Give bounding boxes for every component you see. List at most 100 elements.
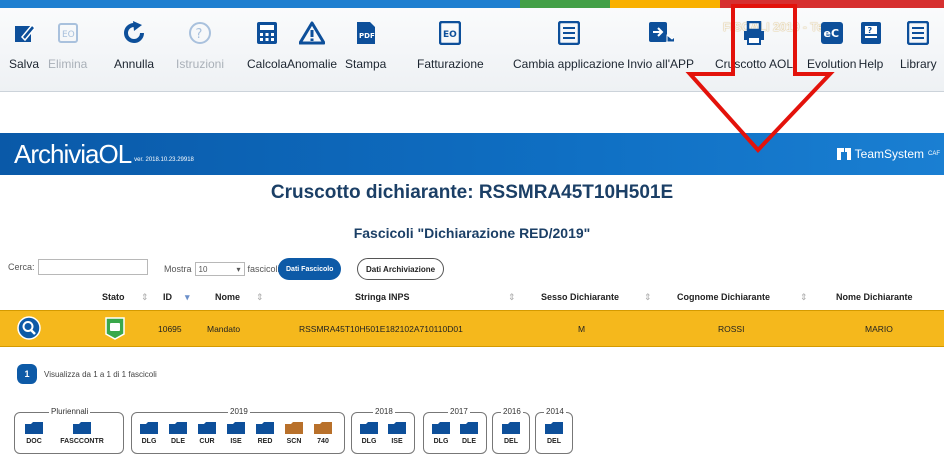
- folder-icon: [545, 421, 563, 434]
- cruscotto-aol-label: Cruscotto AOL: [715, 57, 794, 71]
- evolution-label: Evolution: [807, 57, 857, 71]
- print-button[interactable]: PDF Stampa: [345, 20, 386, 80]
- calculator-icon: [254, 20, 280, 46]
- instructions-label: Istruzioni: [176, 57, 225, 71]
- calculate-button[interactable]: Calcola: [247, 20, 287, 80]
- search-icon: [17, 316, 41, 340]
- evolution-button[interactable]: eC Evolution: [807, 20, 856, 80]
- pagination-info: Visualizza da 1 a 1 di 1 fascicoli: [44, 370, 157, 379]
- group-2017: 2017 DLG DLE: [423, 407, 487, 454]
- folder-dlg-button[interactable]: DLG: [134, 421, 164, 445]
- svg-text:PDF: PDF: [359, 32, 375, 40]
- folder-dlg-button[interactable]: DLG: [426, 421, 456, 445]
- folder-icon: [140, 421, 158, 434]
- folder-del-button[interactable]: DEL: [496, 421, 526, 445]
- search-label: Cerca:: [8, 262, 35, 272]
- instructions-button[interactable]: ? Istruzioni: [176, 20, 224, 80]
- delete-button[interactable]: EO Elimina: [48, 20, 87, 80]
- page-button[interactable]: 1: [17, 364, 37, 384]
- delete-label: Elimina: [48, 57, 88, 71]
- library-label: Library: [900, 57, 937, 71]
- warning-icon: [299, 20, 326, 46]
- folder-scn-button[interactable]: SCN: [279, 421, 309, 445]
- col-nome[interactable]: Nome: [215, 292, 240, 302]
- save-label: Salva: [9, 57, 40, 71]
- cell-stringa-inps: RSSMRA45T10H501E182102A710110D01: [299, 324, 463, 334]
- undo-icon: [121, 20, 147, 46]
- col-id[interactable]: ID: [163, 292, 172, 302]
- group-title: 2019: [228, 407, 250, 416]
- page-title: Cruscotto dichiarante: RSSMRA45T10H501E: [270, 182, 674, 203]
- search-input[interactable]: [37, 259, 148, 275]
- open-fascicolo-button[interactable]: [17, 316, 41, 342]
- help-button[interactable]: ? Help: [858, 20, 884, 80]
- svg-text:EO: EO: [443, 30, 457, 40]
- folder-icon: [198, 421, 216, 434]
- invoicing-button[interactable]: EO Fatturazione: [417, 20, 484, 80]
- dati-fascicolo-button[interactable]: Dati Fascicolo: [278, 258, 342, 280]
- folder-icon: [388, 421, 406, 434]
- col-stato[interactable]: Stato: [102, 292, 125, 302]
- library-button[interactable]: Library: [900, 20, 937, 80]
- table-header: Stato ⇕ ID ▾ Nome ⇕ Stringa INPS ⇕ Sesso Dic…: [102, 292, 913, 302]
- undo-button[interactable]: Annulla: [114, 20, 154, 80]
- show-prefix: Mostra: [164, 264, 192, 274]
- print-label: Stampa: [345, 57, 387, 71]
- col-stringa-inps[interactable]: Stringa INPS: [355, 292, 410, 302]
- teamsystem-icon: [836, 148, 851, 160]
- send-app-icon: [648, 20, 674, 46]
- svg-text:?: ?: [196, 27, 203, 42]
- table-row[interactable]: 10695 Mandato RSSMRA45T10H501E182102A710…: [0, 310, 944, 347]
- folder-icon: [502, 421, 520, 434]
- col-nome-dichiarante[interactable]: Nome Dichiarante: [836, 292, 913, 302]
- save-button[interactable]: Salva: [9, 20, 39, 80]
- help-label: Help: [858, 57, 884, 71]
- group-2014: 2014 DEL: [535, 407, 573, 454]
- folder-icon: [460, 421, 478, 434]
- cell-cognome: ROSSI: [718, 324, 745, 334]
- folder-740-button[interactable]: 740: [308, 421, 338, 445]
- send-app-button[interactable]: Invio all'APP: [627, 20, 694, 80]
- top-color-bar: [0, 0, 944, 8]
- folder-dle-button[interactable]: DLE: [163, 421, 193, 445]
- delete-form-icon: EO: [55, 20, 81, 46]
- library-icon: [905, 20, 931, 46]
- folder-doc-button[interactable]: DOC: [19, 421, 49, 445]
- group-2018: 2018 DLG ISE: [351, 407, 415, 454]
- folder-ise-button[interactable]: ISE: [221, 421, 251, 445]
- group-2019: 2019 DLG DLE CUR ISE RED SCN 740: [131, 407, 345, 454]
- switch-app-label: Cambia applicazione: [513, 57, 625, 71]
- evolution-icon: eC: [819, 20, 845, 46]
- group-title: Pluriennali: [49, 407, 91, 416]
- folder-red-button[interactable]: RED: [250, 421, 280, 445]
- folder-dle-button[interactable]: DLE: [454, 421, 484, 445]
- toolbar: FISCALI 2019 - Test Salva EO Elimina Ann…: [0, 8, 944, 92]
- anomalies-button[interactable]: Anomalie: [287, 20, 337, 80]
- folder-dlg-button[interactable]: DLG: [354, 421, 384, 445]
- archiviaol-logo: ArchiviaOL ver. 2018.10.23.29918: [14, 139, 194, 169]
- page-length-control: Mostra 10 ▾ fascicoli: [164, 262, 280, 276]
- svg-text:?: ?: [868, 26, 873, 35]
- group-title: 2017: [448, 407, 470, 416]
- folder-icon: [25, 421, 43, 434]
- invoice-icon: EO: [437, 20, 463, 46]
- folder-cur-button[interactable]: CUR: [192, 421, 222, 445]
- folder-icon: [227, 421, 245, 434]
- folder-icon: [169, 421, 187, 434]
- page-length-select[interactable]: 10 ▾: [194, 262, 245, 276]
- folder-icon: [256, 421, 274, 434]
- cell-nome-dichiarante: MARIO: [865, 324, 893, 334]
- cruscotto-aol-button[interactable]: Cruscotto AOL: [715, 20, 793, 80]
- col-sesso[interactable]: Sesso Dichiarante: [541, 292, 619, 302]
- printer-icon: [741, 20, 767, 46]
- show-suffix: fascicoli: [247, 264, 280, 274]
- folder-icon: [73, 421, 91, 434]
- group-2016: 2016 DEL: [492, 407, 530, 454]
- folder-fasccontr-button[interactable]: FASCCONTR: [60, 421, 104, 445]
- dati-archiviazione-button[interactable]: Dati Archiviazione: [357, 258, 445, 280]
- switch-app-button[interactable]: Cambia applicazione: [513, 20, 624, 80]
- col-cognome[interactable]: Cognome Dichiarante: [677, 292, 770, 302]
- folder-del-button[interactable]: DEL: [539, 421, 569, 445]
- folder-ise-button[interactable]: ISE: [382, 421, 412, 445]
- cell-sesso: M: [578, 324, 586, 334]
